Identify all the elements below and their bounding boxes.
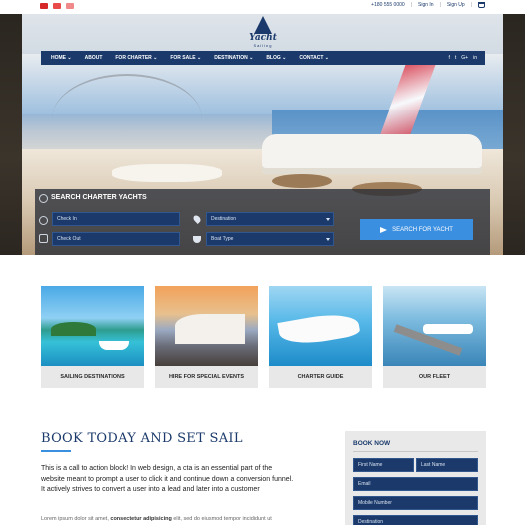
card-label: OUR FLEET	[383, 366, 486, 388]
card-charter-guide[interactable]: CHARTER GUIDE	[269, 286, 372, 388]
destination-select[interactable]: Destination	[206, 212, 334, 226]
facebook-icon[interactable]: f	[449, 55, 450, 61]
sail-logo-icon	[254, 16, 272, 34]
email-field[interactable]: Email	[353, 477, 478, 491]
last-name-field[interactable]: Last Name	[416, 458, 478, 472]
destination-select-value: Destination	[211, 216, 237, 222]
nav-for-charter[interactable]: FOR CHARTER ⌄	[115, 55, 157, 61]
card-image	[155, 286, 258, 366]
search-title: SEARCH CHARTER YACHTS	[51, 194, 147, 201]
google-plus-icon[interactable]: G+	[461, 55, 468, 61]
check-out-field[interactable]: Check Out	[52, 232, 180, 246]
main-nav: HOME ⌄ ABOUT FOR CHARTER ⌄ FOR SALE ⌄ DE…	[41, 51, 485, 65]
card-hire-special-events[interactable]: HIRE FOR SPECIAL EVENTS	[155, 286, 258, 388]
linkedin-icon[interactable]: in	[473, 55, 477, 61]
cta-paragraph: This is a call to action block! In web d…	[41, 465, 294, 493]
card-label: HIRE FOR SPECIAL EVENTS	[155, 366, 258, 388]
top-bar: +180 555 0000 | Sign In | Sign Up |	[0, 0, 525, 14]
search-icon	[39, 194, 48, 203]
chevron-down-icon	[326, 238, 330, 241]
logo-subtitle: Sailing	[253, 43, 273, 48]
cart-icon[interactable]	[478, 2, 485, 8]
flag-icon-1[interactable]	[40, 3, 48, 9]
sign-up-link[interactable]: Sign Up	[447, 2, 465, 8]
boat-type-select[interactable]: Boat Type	[206, 232, 334, 246]
site-logo[interactable]: Yacht Sailing	[240, 16, 286, 48]
card-image	[383, 286, 486, 366]
nav-about[interactable]: ABOUT	[85, 55, 103, 61]
calendar-icon	[39, 234, 48, 243]
nav-blog[interactable]: BLOG ⌄	[266, 55, 286, 61]
check-in-icon	[39, 216, 48, 225]
card-image	[41, 286, 144, 366]
boat-icon	[193, 236, 201, 243]
title-underline	[41, 450, 71, 452]
card-image	[269, 286, 372, 366]
boat-type-select-value: Boat Type	[211, 236, 234, 242]
card-label: SAILING DESTINATIONS	[41, 366, 144, 388]
mobile-number-field[interactable]: Mobile Number	[353, 496, 478, 510]
language-flags	[40, 3, 74, 9]
sign-in-link[interactable]: Sign In	[418, 2, 434, 8]
logo-name: Yacht	[249, 33, 277, 43]
social-links: f t G+ in	[449, 55, 478, 61]
search-button-label: SEARCH FOR YACHT	[392, 226, 453, 233]
nav-home[interactable]: HOME ⌄	[51, 55, 72, 61]
card-sailing-destinations[interactable]: SAILING DESTINATIONS	[41, 286, 144, 388]
paper-plane-icon	[380, 226, 388, 233]
card-our-fleet[interactable]: OUR FLEET	[383, 286, 486, 388]
top-links: +180 555 0000 | Sign In | Sign Up |	[371, 2, 485, 8]
lorem-paragraph: Lorem ipsum dolor sit amet, consectetur …	[41, 516, 272, 522]
nav-destination[interactable]: DESTINATION ⌄	[214, 55, 253, 61]
card-label: CHARTER GUIDE	[269, 366, 372, 388]
book-now-form: BOOK NOW First Name Last Name Email Mobi…	[345, 431, 486, 525]
flag-icon-3[interactable]	[66, 3, 74, 9]
book-now-title: BOOK NOW	[353, 440, 391, 447]
nav-for-sale[interactable]: FOR SALE ⌄	[170, 55, 201, 61]
destination-field[interactable]: Destination	[353, 515, 478, 525]
nav-contact[interactable]: CONTACT ⌄	[299, 55, 329, 61]
flag-icon-2[interactable]	[53, 3, 61, 9]
divider	[353, 451, 478, 452]
phone-number: +180 555 0000	[371, 2, 405, 8]
twitter-icon[interactable]: t	[455, 55, 456, 61]
cta-title: BOOK TODAY AND SET SAIL	[41, 431, 243, 446]
location-pin-icon	[192, 214, 202, 224]
first-name-field[interactable]: First Name	[353, 458, 414, 472]
search-for-yacht-button[interactable]: SEARCH FOR YACHT	[360, 219, 473, 240]
chevron-down-icon	[326, 218, 330, 221]
check-in-field[interactable]: Check In	[52, 212, 180, 226]
